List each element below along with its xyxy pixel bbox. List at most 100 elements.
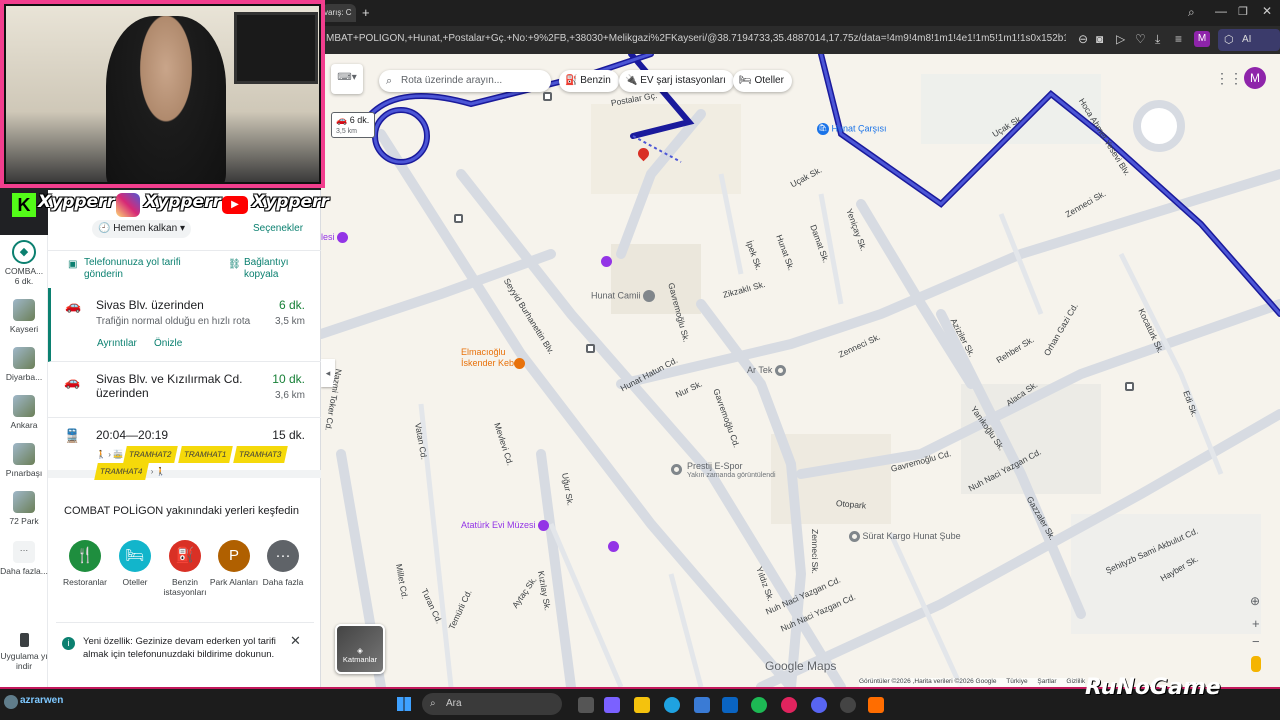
place-marker-icon[interactable] <box>671 464 682 475</box>
discord-icon[interactable] <box>811 697 827 713</box>
store-icon[interactable] <box>694 697 710 713</box>
rail-item-72park[interactable]: 72 Park <box>0 491 48 526</box>
chip-ev-charging[interactable]: 🔌 EV şarj istasyonları <box>619 70 734 92</box>
parking-icon: P <box>218 540 250 572</box>
search-tabs-icon[interactable]: ⌕ <box>1188 5 1195 20</box>
maximize-icon[interactable]: ❐ <box>1238 5 1248 18</box>
opera-icon[interactable] <box>781 697 797 713</box>
layers-button[interactable]: ◈ Katmanlar <box>335 624 385 674</box>
rail-item-pinarbasi[interactable]: Pınarbaşı <box>0 443 48 478</box>
apps-grid-icon[interactable]: ⋮⋮ <box>1215 70 1243 87</box>
museum-icon[interactable] <box>608 541 619 552</box>
obs-icon[interactable] <box>840 697 856 713</box>
chip-hotels[interactable]: 🛏 Oteller <box>733 70 792 92</box>
layers-label: Katmanlar <box>342 655 378 664</box>
search-icon: ⌕ <box>430 698 436 709</box>
category-more[interactable]: ··· Daha fazla <box>257 540 309 587</box>
museum-icon[interactable] <box>601 256 612 267</box>
pegman-icon[interactable] <box>1251 656 1261 672</box>
rail-item-kayseri[interactable]: Kayseri <box>0 299 48 334</box>
taskbar-search-label: Ara <box>446 698 462 709</box>
zoom-out-button[interactable]: − <box>1252 634 1260 649</box>
footer-privacy[interactable]: Gizlilik <box>1066 678 1085 685</box>
close-icon[interactable]: ✕ <box>290 633 301 649</box>
task-view-icon[interactable] <box>578 697 594 713</box>
place-thumbnail <box>13 299 35 321</box>
category-restaurants[interactable]: 🍴 Restoranlar <box>59 540 111 587</box>
poi-left-edge[interactable]: lesi <box>321 232 349 244</box>
chip-fuel[interactable]: ⛽ Benzin <box>559 70 619 92</box>
category-hotels[interactable]: 🛏 Oteller <box>109 540 161 587</box>
windows-start-icon[interactable] <box>397 697 411 711</box>
options-button[interactable]: Seçenekler <box>253 223 303 234</box>
category-parking[interactable]: P Park Alanları <box>208 540 260 587</box>
url-text[interactable]: MBAT+POLİGON,+Hunat,+Postalar+Gç.+No:+9%… <box>326 33 1066 44</box>
copy-link-button[interactable]: ⛓ Bağlantıyı kopyala <box>228 257 308 281</box>
poi-prestij-espor[interactable]: Prestij E-Spor <box>687 461 743 471</box>
browser-tab[interactable]: varış: C <box>322 4 356 22</box>
app-icon[interactable] <box>868 697 884 713</box>
chat-avatar <box>4 695 18 709</box>
footer-terms[interactable]: Şartlar <box>1037 678 1056 685</box>
poi-hunat-carsisi[interactable]: 🛍 Hunat Çarşısı <box>817 123 887 135</box>
edge-icon[interactable] <box>664 697 680 713</box>
footer-country[interactable]: Türkiye <box>1006 678 1027 685</box>
rail-item-app[interactable]: Uygulama yı indir <box>0 633 48 671</box>
menu-lines-icon[interactable]: ≡ <box>1175 32 1182 46</box>
zoom-icon[interactable]: ⊖ <box>1078 32 1088 46</box>
zoom-in-button[interactable]: + <box>1252 616 1260 631</box>
rail-label: COMBA... <box>4 266 44 276</box>
car-time-badge[interactable]: 🚗 6 dk. 3,5 km <box>331 112 375 138</box>
transit-stop-icon[interactable] <box>1125 382 1134 391</box>
camera-icon[interactable]: ◙ <box>1096 32 1103 46</box>
poi-ataturk-evi[interactable]: Atatürk Evi Müzesi <box>461 520 550 532</box>
app-icon[interactable] <box>604 697 620 713</box>
map-menu-button[interactable]: ⌨▾ <box>331 64 363 94</box>
poi-label: Ar Tek <box>747 365 773 375</box>
restaurant-marker-icon[interactable] <box>514 358 525 369</box>
send-to-phone-button[interactable]: ▣ Telefonunuza yol tarifi gönderin <box>68 257 218 281</box>
mail-icon[interactable] <box>722 697 738 713</box>
route-title: Sivas Blv. ve Kızılırmak Cd. üzerinden <box>96 372 243 400</box>
play-icon[interactable]: ▷ <box>1116 32 1125 46</box>
category-gas[interactable]: ⛽ Benzin istasyonları <box>159 540 211 597</box>
profile-avatar[interactable]: M <box>1194 31 1210 47</box>
chevron-down-icon: ▾ <box>179 223 185 234</box>
close-window-icon[interactable]: ✕ <box>1262 4 1272 18</box>
route-option-3[interactable]: 🚆 20:04—20:19 15 dk. 🚶 › 🚋 TRAMHAT2 TRAM… <box>48 418 321 480</box>
spotify-icon[interactable] <box>751 697 767 713</box>
poi-ar-tek[interactable]: Ar Tek <box>747 365 786 377</box>
minimize-icon[interactable]: — <box>1215 4 1227 18</box>
taskbar-search[interactable]: ⌕ Ara <box>422 693 562 715</box>
fuel-icon: ⛽ <box>565 75 581 86</box>
new-tab-icon[interactable]: + <box>362 5 370 20</box>
extension-icon[interactable]: ⬡ <box>1224 33 1234 46</box>
details-link[interactable]: Ayrıntılar <box>97 338 137 349</box>
transit-stop-icon[interactable] <box>586 344 595 353</box>
rail-item-diyarbakir[interactable]: Diyarba... <box>0 347 48 382</box>
account-avatar[interactable]: M <box>1244 67 1266 89</box>
file-explorer-icon[interactable] <box>634 697 650 713</box>
route-sub: Trafiğin normal olduğu en hızlı rota <box>96 316 251 327</box>
my-location-button[interactable]: ⊕ <box>1250 594 1264 608</box>
rail-item-ankara[interactable]: Ankara <box>0 395 48 430</box>
place-thumbnail <box>13 347 35 369</box>
kick-logo-icon: K <box>12 193 36 217</box>
train-icon: 🚆 <box>64 428 81 443</box>
route-search-box[interactable]: ⌕ Rota üzerinde arayın... <box>379 70 551 92</box>
address-bar[interactable]: MBAT+POLİGON,+Hunat,+Postalar+Gç.+No:+9%… <box>320 26 1280 54</box>
heart-icon[interactable]: ♡ <box>1135 32 1146 46</box>
transit-stop-icon[interactable] <box>454 214 463 223</box>
rail-item-more[interactable]: ··· Daha fazla... <box>0 541 48 576</box>
poi-surat-kargo[interactable]: Sürat Kargo Hunat Şube <box>849 531 961 543</box>
rail-item-combat[interactable]: ◆ COMBA... 6 dk. <box>0 240 48 286</box>
preview-link[interactable]: Önizle <box>154 338 182 349</box>
download-icon[interactable]: ⤓ <box>1155 32 1160 47</box>
leave-now-dropdown[interactable]: 🕘 Hemen kalkan ▾ <box>92 220 191 238</box>
map-canvas[interactable]: ⌨▾ ⌕ Rota üzerinde arayın... ⛽ Benzin 🔌 … <box>321 54 1280 687</box>
route-option-1[interactable]: 🚗 Sivas Blv. üzerinden 6 dk. Trafiğin no… <box>48 288 321 362</box>
route-option-2[interactable]: 🚗 Sivas Blv. ve Kızılırmak Cd. üzerinden… <box>48 362 321 418</box>
ai-button[interactable]: AI <box>1242 34 1251 45</box>
transit-stop-icon[interactable] <box>543 92 552 101</box>
poi-hunat-camii[interactable]: Hunat Camii <box>591 290 656 302</box>
